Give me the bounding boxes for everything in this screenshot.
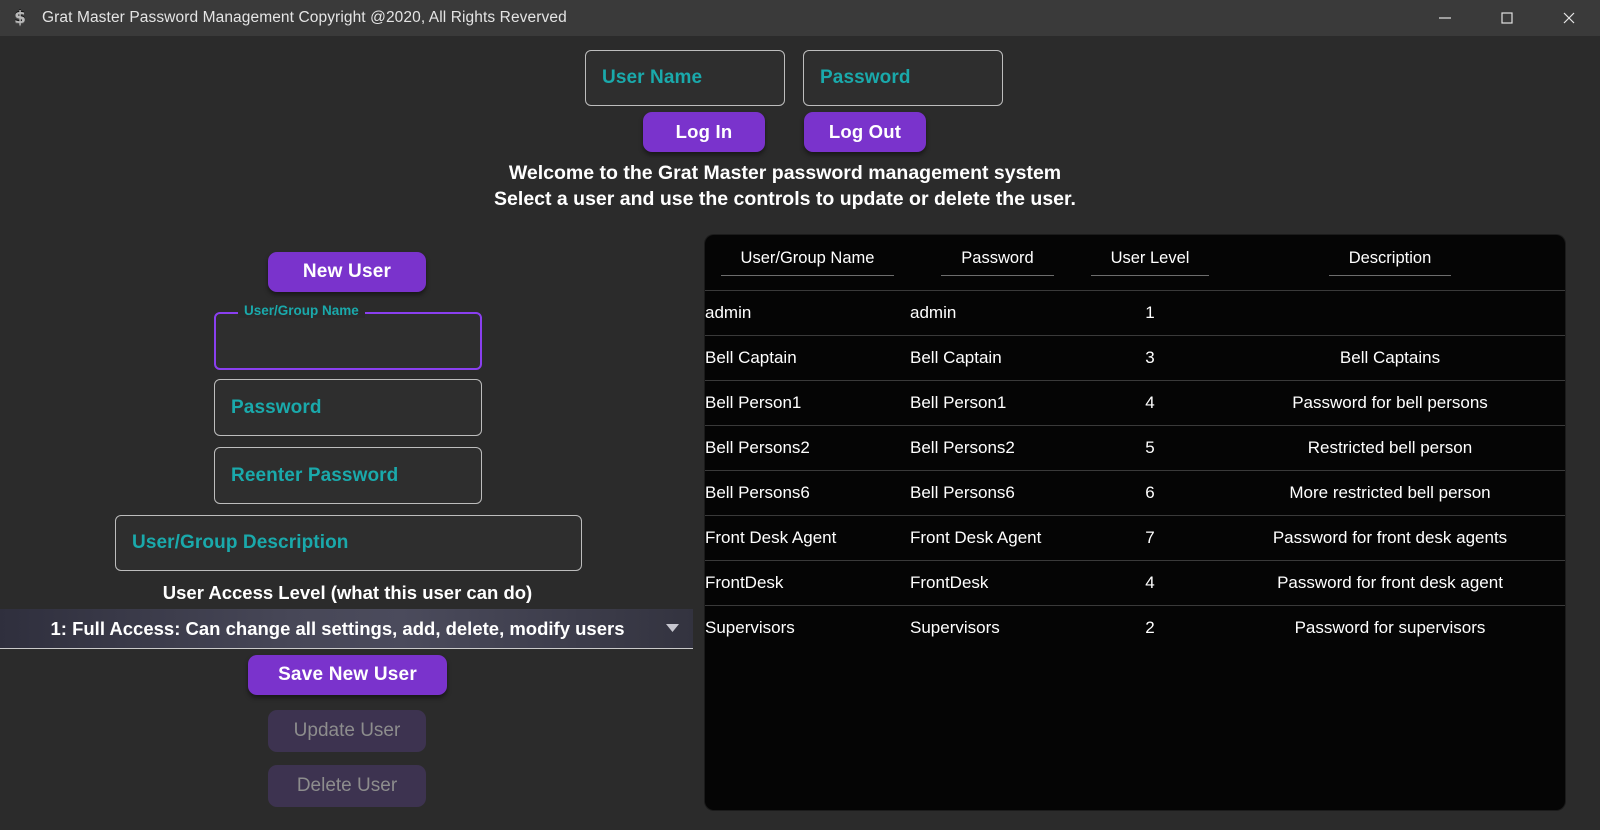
cell-user-group-name: Bell Captain: [705, 334, 910, 380]
table-row[interactable]: Bell Captain Bell Captain 3 Bell Captains: [705, 334, 1565, 380]
table-header-row: User/Group Name Password User Level Desc…: [705, 235, 1565, 290]
welcome-line-2: Select a user and use the controls to up…: [494, 188, 1076, 210]
maximize-icon[interactable]: [1476, 0, 1538, 36]
table-row[interactable]: admin admin 1: [705, 289, 1565, 335]
cell-password: Supervisors: [910, 604, 1085, 650]
cell-description: Bell Captains: [1215, 334, 1565, 380]
login-username-placeholder: User Name: [602, 67, 703, 88]
log-out-button[interactable]: Log Out: [804, 112, 926, 152]
new-password-input[interactable]: Password: [214, 379, 482, 436]
welcome-line-1: Welcome to the Grat Master password mana…: [508, 162, 1062, 184]
minimize-icon[interactable]: [1414, 0, 1476, 36]
cell-user-level: 5: [1085, 424, 1215, 470]
table-row[interactable]: FrontDesk FrontDesk 4 Password for front de…: [705, 559, 1565, 605]
cell-password: FrontDesk: [910, 559, 1085, 605]
cell-user-group-name: Bell Persons6: [705, 469, 910, 515]
cell-user-level: 4: [1085, 559, 1215, 605]
login-fields-row: User Name Password: [585, 50, 1003, 106]
update-user-button[interactable]: Update User: [268, 710, 426, 752]
cell-password: Bell Persons2: [910, 424, 1085, 470]
column-header-password[interactable]: Password: [910, 235, 1085, 290]
login-password-input[interactable]: Password: [803, 50, 1003, 106]
login-password-placeholder: Password: [820, 67, 911, 88]
reenter-password-placeholder: Reenter Password: [231, 464, 399, 486]
cell-user-level: 4: [1085, 379, 1215, 425]
user-group-description-input[interactable]: User/Group Description: [115, 515, 582, 571]
cell-user-level: 7: [1085, 514, 1215, 560]
cell-description: More restricted bell person: [1215, 469, 1565, 515]
column-header-description[interactable]: Description: [1215, 235, 1565, 290]
cell-description: Password for front desk agent: [1215, 559, 1565, 605]
cell-password: Bell Persons6: [910, 469, 1085, 515]
login-username-input[interactable]: User Name: [585, 50, 785, 106]
table-row[interactable]: Bell Person1 Bell Person1 4 Password for be…: [705, 379, 1565, 425]
users-table-head: User/Group Name Password User Level Desc…: [705, 235, 1565, 290]
cell-user-group-name: Bell Person1: [705, 379, 910, 425]
cell-description: [1215, 289, 1565, 335]
cell-user-group-name: FrontDesk: [705, 559, 910, 605]
table-row[interactable]: Front Desk Agent Front Desk Agent 7 Passwor…: [705, 514, 1565, 560]
table-row[interactable]: Supervisors Supervisors 2 Password for supe…: [705, 604, 1565, 650]
new-password-placeholder: Password: [231, 396, 322, 418]
reenter-password-input[interactable]: Reenter Password: [214, 447, 482, 504]
cell-description: Password for front desk agents: [1215, 514, 1565, 560]
column-header-user-level[interactable]: User Level: [1085, 235, 1215, 290]
cell-password: Bell Person1: [910, 379, 1085, 425]
delete-user-button[interactable]: Delete User: [268, 765, 426, 807]
column-header-name[interactable]: User/Group Name: [705, 235, 910, 290]
cell-password: admin: [910, 289, 1085, 335]
table-row[interactable]: Bell Persons2 Bell Persons2 5 Restricted be…: [705, 424, 1565, 470]
cell-user-group-name: admin: [705, 289, 910, 335]
cell-user-group-name: Front Desk Agent: [705, 514, 910, 560]
cell-user-group-name: Supervisors: [705, 604, 910, 650]
log-in-button[interactable]: Log In: [643, 112, 765, 152]
cell-description: Password for bell persons: [1215, 379, 1565, 425]
cell-user-level: 3: [1085, 334, 1215, 380]
users-table-panel: User/Group Name Password User Level Desc…: [705, 235, 1565, 810]
cell-password: Bell Captain: [910, 334, 1085, 380]
new-user-button[interactable]: New User: [268, 252, 426, 292]
user-group-description-placeholder: User/Group Description: [132, 532, 349, 553]
window-title: Grat Master Password Management Copyrigh…: [42, 9, 567, 26]
save-new-user-button[interactable]: Save New User: [248, 655, 447, 695]
window-controls: [1414, 0, 1600, 36]
chevron-down-icon: [657, 624, 687, 633]
cell-description: Restricted bell person: [1215, 424, 1565, 470]
cell-user-level: 2: [1085, 604, 1215, 650]
title-bar: $ Grat Master Password Management Copyri…: [0, 0, 1600, 36]
dollar-sign-icon: $: [14, 8, 26, 28]
welcome-message: Welcome to the Grat Master password mana…: [0, 160, 1570, 212]
cell-user-level: 1: [1085, 289, 1215, 335]
users-table-body: admin admin 1 Bell Captain Bell Captain 3 Bell…: [705, 289, 1565, 650]
table-row[interactable]: Bell Persons6 Bell Persons6 6 More restrict…: [705, 469, 1565, 515]
cell-description: Password for supervisors: [1215, 604, 1565, 650]
access-level-selected-value: 1: Full Access: Can change all settings,…: [50, 617, 625, 639]
access-level-label: User Access Level (what this user can do…: [162, 582, 533, 603]
access-level-dropdown[interactable]: 1: Full Access: Can change all settings,…: [0, 609, 693, 649]
close-icon[interactable]: [1538, 0, 1600, 36]
users-table: User/Group Name Password User Level Desc…: [705, 235, 1565, 650]
user-group-name-label: User/Group Name: [238, 303, 365, 318]
login-buttons-row: Log In Log Out: [643, 112, 926, 152]
user-group-name-input[interactable]: User/Group Name: [214, 303, 482, 370]
cell-user-group-name: Bell Persons2: [705, 424, 910, 470]
cell-password: Front Desk Agent: [910, 514, 1085, 560]
cell-user-level: 6: [1085, 469, 1215, 515]
